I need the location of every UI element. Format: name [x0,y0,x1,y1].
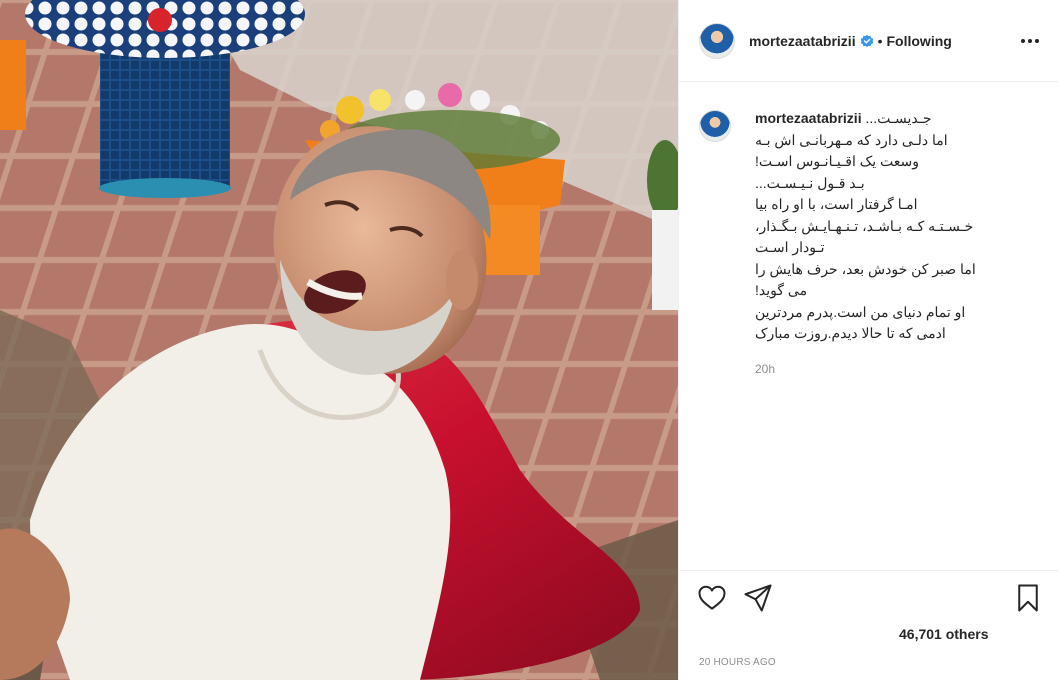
more-options-icon[interactable] [1018,29,1042,53]
caption-text-line: تـودار اسـت [755,239,825,255]
caption-text-line: جـدیسـت... [865,110,932,126]
caption-text-line: اما صبر کن خودش بعد، حرف هایش را [755,260,976,277]
post-image [0,0,678,680]
heart-icon[interactable] [697,583,727,613]
avatar[interactable] [699,22,735,59]
caption-avatar[interactable] [699,110,731,142]
bookmark-icon[interactable] [1013,583,1043,613]
post-header: mortezaatabrizii • Following [679,0,1058,82]
likes-count[interactable]: 46,701 others [899,626,989,642]
post-timestamp[interactable]: 20 HOURS AGO [699,657,776,668]
caption-first-line: mortezaatabrizii جـدیسـت... [755,108,1039,130]
caption-text-line: بـد قـول نـیـسـت... [755,174,865,191]
caption-body: mortezaatabrizii جـدیسـت... اما دلـی دار… [755,108,1039,376]
post-details-panel: mortezaatabrizii • Following mortezaatab… [678,0,1058,680]
caption: mortezaatabrizii جـدیسـت... اما دلـی دار… [699,108,1039,376]
caption-text-line: خـسـتـه کـه بـاشـد، تـنـهـایـش بـگـذار، [755,217,974,234]
paper-plane-icon[interactable] [743,583,773,613]
caption-text-line: وسعت یک اقـیـانـوس اسـت! [755,153,920,169]
post-photo[interactable] [0,0,678,680]
caption-text-line: اما دلـی دارد که مـهربانـی اش بـه [755,131,948,148]
caption-text-line: امـا گرفتار است، با او راه بیا [755,196,918,212]
verified-badge-icon [860,34,873,47]
caption-text-line: او تمام دنیای من است.پدرم مردترین [755,303,966,320]
caption-text-line: می گوید! [755,282,808,298]
action-bar: 46,701 others 20 HOURS AGO [679,570,1058,681]
following-button[interactable]: Following [887,33,952,49]
caption-username[interactable]: mortezaatabrizii [755,110,862,126]
caption-time-ago[interactable]: 20h [755,362,1039,376]
caption-text-line: ادمی که تا حالا دیدم.روزت مبارک [755,325,946,341]
username-link[interactable]: mortezaatabrizii [749,33,856,49]
separator-dot: • [877,32,883,49]
